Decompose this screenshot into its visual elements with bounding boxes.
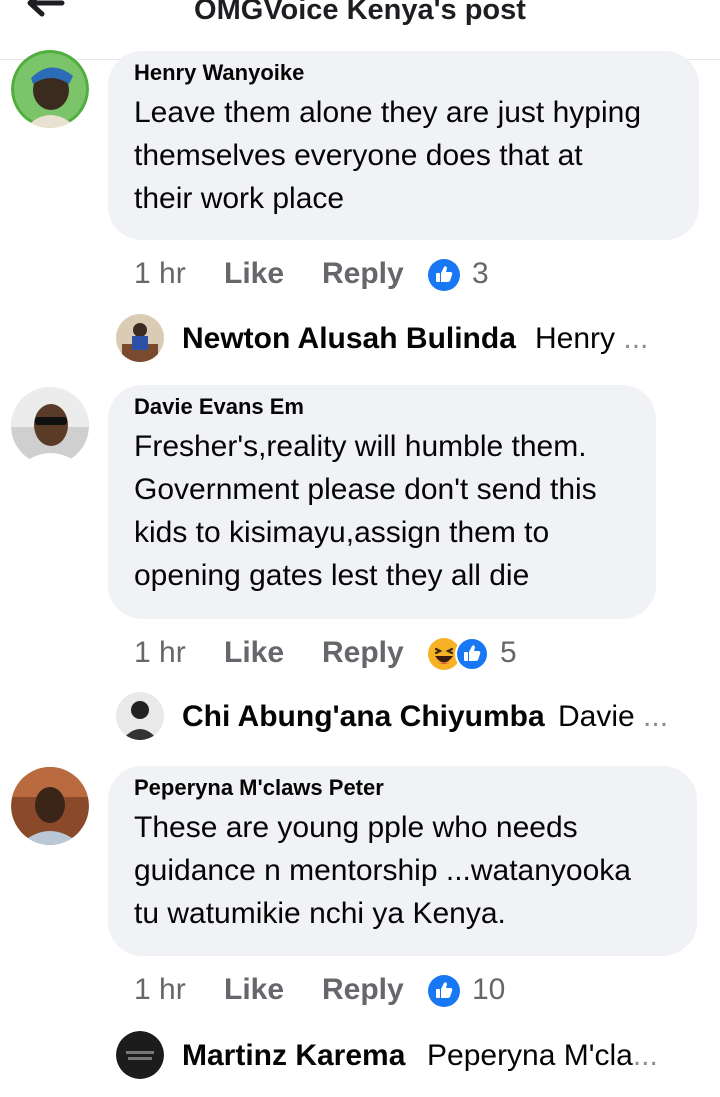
comment-actions: 1 hr Like Reply 3: [134, 257, 534, 297]
comment-actions: 1 hr Like Reply 10: [134, 973, 554, 1013]
like-button[interactable]: Like: [224, 973, 284, 1007]
reply-avatar[interactable]: [116, 692, 164, 740]
reply-avatar[interactable]: [116, 1031, 164, 1079]
reply-author[interactable]: Chi Abung'ana Chiyumba: [182, 700, 545, 734]
like-button[interactable]: Like: [224, 257, 284, 291]
reaction-count[interactable]: 3: [472, 257, 489, 291]
comment-text: Leave them alone they are just hyping th…: [134, 96, 641, 215]
reply-author[interactable]: Martinz Karema: [182, 1039, 405, 1073]
page-title: OMGVoice Kenya's post: [194, 0, 526, 26]
reaction-count[interactable]: 10: [472, 973, 505, 1007]
comment-text: Fresher's,reality will humble them. Gove…: [134, 430, 597, 592]
comment-text: These are young pple who needs guidance …: [134, 811, 631, 930]
comment-bubble: Henry Wanyoike Leave them alone they are…: [108, 51, 699, 240]
reply-snippet: Davie ...: [558, 700, 669, 733]
reply-button[interactable]: Reply: [322, 636, 404, 670]
comment-bubble: Peperyna M'claws Peter These are young p…: [108, 766, 697, 956]
like-icon: [428, 975, 460, 1007]
comment-time[interactable]: 1 hr: [134, 257, 186, 291]
reply-preview[interactable]: Newton Alusah Bulinda Henry ...: [116, 314, 706, 364]
like-button[interactable]: Like: [224, 636, 284, 670]
avatar[interactable]: [11, 767, 89, 845]
reply-button[interactable]: Reply: [322, 973, 404, 1007]
avatar[interactable]: [11, 387, 89, 465]
comment-author[interactable]: Henry Wanyoike: [134, 60, 304, 86]
reply-avatar[interactable]: [116, 314, 164, 362]
comment-time[interactable]: 1 hr: [134, 973, 186, 1007]
like-icon: [455, 637, 489, 671]
reaction-count[interactable]: 5: [500, 636, 517, 670]
reply-button[interactable]: Reply: [322, 257, 404, 291]
reply-preview[interactable]: Chi Abung'ana Chiyumba Davie ...: [116, 692, 706, 742]
comment-author[interactable]: Peperyna M'claws Peter: [134, 775, 384, 801]
comment-time[interactable]: 1 hr: [134, 636, 186, 670]
reply-snippet: Peperyna M'cla...: [427, 1039, 658, 1072]
comment-author[interactable]: Davie Evans Em: [134, 394, 304, 420]
reply-author[interactable]: Newton Alusah Bulinda: [182, 322, 516, 356]
reply-snippet: Henry ...: [535, 322, 649, 355]
reply-preview[interactable]: Martinz Karema Peperyna M'cla...: [116, 1031, 706, 1081]
avatar[interactable]: [11, 50, 89, 128]
comment-bubble: Davie Evans Em Fresher's,reality will hu…: [108, 385, 656, 619]
like-icon: [428, 259, 460, 291]
comment-actions: 1 hr Like Reply 5: [134, 636, 554, 676]
